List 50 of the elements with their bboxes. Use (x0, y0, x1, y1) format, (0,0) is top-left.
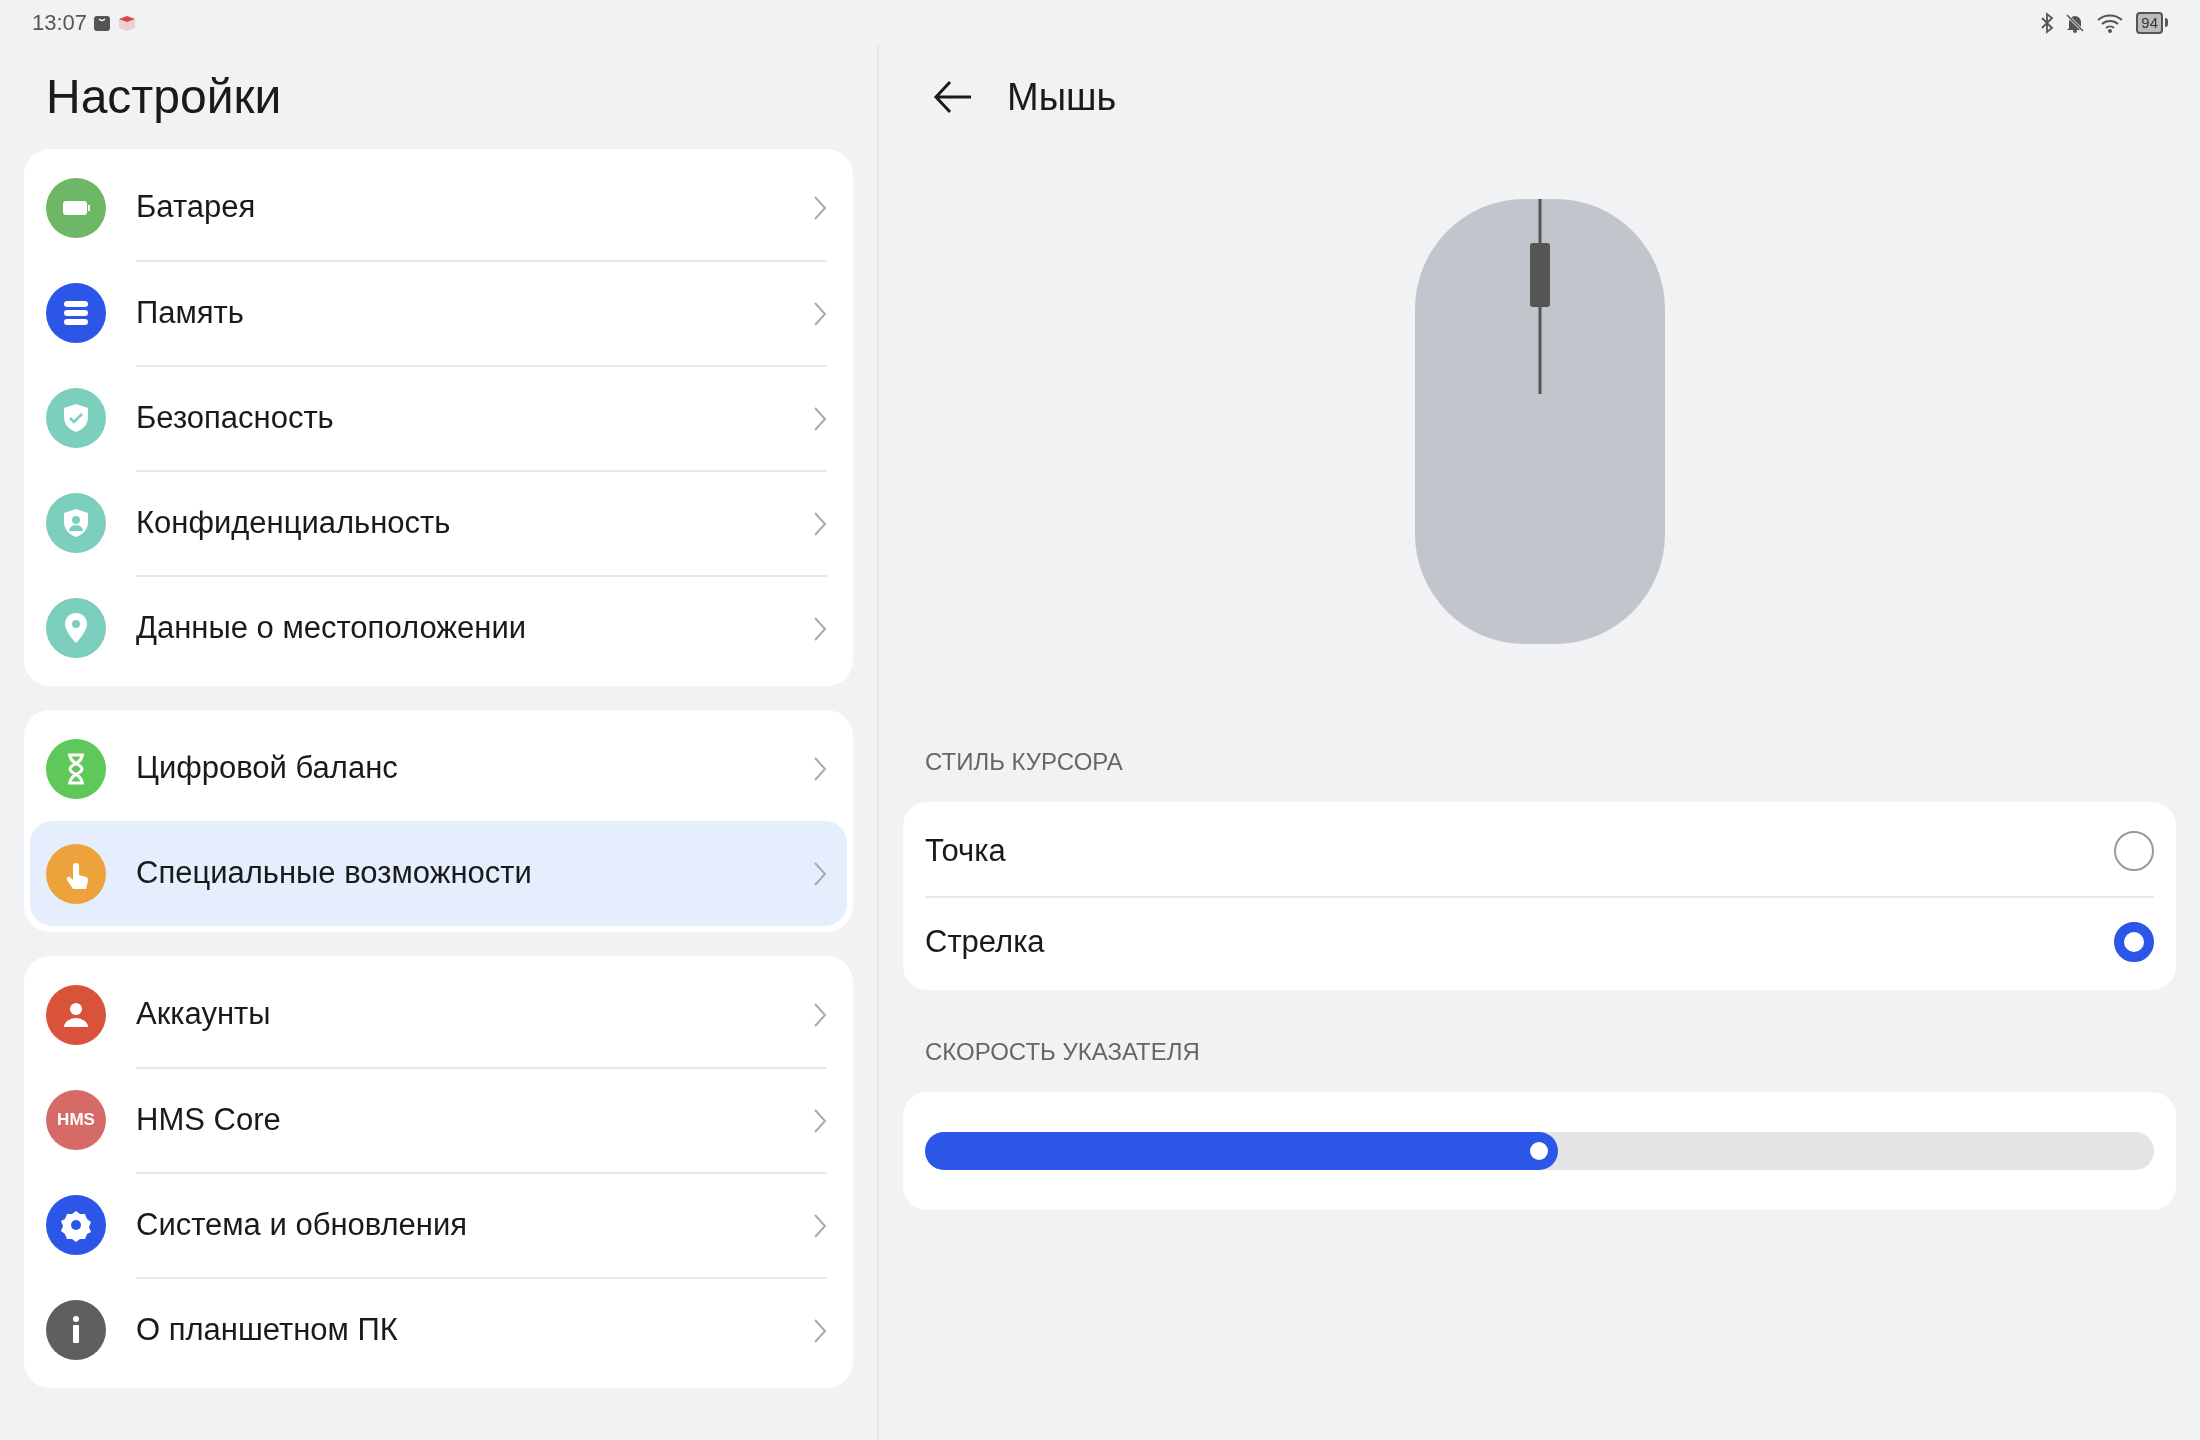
item-label: Специальные возможности (136, 854, 533, 893)
chevron-right-icon (813, 194, 827, 221)
item-label: Конфиденциальность (136, 504, 452, 543)
item-label: Память (136, 294, 245, 333)
item-label: Цифровой баланс (136, 749, 399, 788)
settings-item[interactable]: Конфиденциальность (30, 470, 847, 575)
app-store-icon (93, 13, 112, 32)
chevron-right-icon (813, 405, 827, 432)
settings-item[interactable]: HMS HMS Core (30, 1067, 847, 1172)
page-title: Мышь (1007, 74, 1117, 120)
settings-item[interactable]: Батарея (30, 155, 847, 260)
radio-button[interactable] (2114, 831, 2154, 871)
chevron-right-icon (813, 615, 827, 642)
item-label: HMS Core (136, 1101, 282, 1140)
section-heading: СТИЛЬ КУРСОРА (924, 747, 1124, 777)
section-heading: СКОРОСТЬ УКАЗАТЕЛЯ (924, 1037, 1201, 1067)
item-label: Безопасность (136, 399, 335, 438)
settings-item[interactable]: Безопасность (30, 365, 847, 470)
chevron-right-icon (813, 1107, 827, 1134)
status-time: 13:07 (32, 9, 88, 37)
settings-item[interactable]: Специальные возможности (30, 821, 847, 926)
settings-item[interactable]: Аккаунты (30, 962, 847, 1067)
option-label: Стрелка (925, 922, 1046, 961)
item-label: Система и обновления (136, 1206, 469, 1245)
item-label: Данные о местоположении (136, 609, 527, 648)
settings-item[interactable]: Память (30, 260, 847, 365)
slider-track[interactable] (925, 1132, 2154, 1170)
settings-item[interactable]: Система и обновления (30, 1172, 847, 1277)
chevron-right-icon (813, 300, 827, 327)
settings-item[interactable]: Данные о местоположении (30, 575, 847, 680)
chevron-right-icon (813, 755, 827, 782)
chevron-right-icon (813, 1212, 827, 1239)
bell-off-icon (2064, 11, 2087, 34)
settings-item[interactable]: О планшетном ПК (30, 1277, 847, 1382)
radio-button[interactable] (2114, 922, 2154, 962)
item-label: Батарея (136, 188, 257, 227)
settings-item[interactable]: Цифровой баланс (30, 716, 847, 821)
page-title: Настройки (45, 69, 283, 125)
chevron-right-icon (813, 510, 827, 537)
chevron-right-icon (813, 1317, 827, 1344)
item-label: О планшетном ПК (136, 1311, 399, 1350)
item-label: Аккаунты (136, 995, 272, 1034)
option-label: Точка (925, 831, 1007, 870)
gift-icon (117, 13, 138, 32)
chevron-right-icon (813, 1001, 827, 1028)
back-arrow-icon[interactable] (933, 80, 973, 114)
app-icon: HMS (46, 1089, 106, 1150)
battery-level: 94 (2136, 11, 2163, 34)
chevron-right-icon (813, 860, 827, 887)
bluetooth-icon (2040, 11, 2055, 34)
